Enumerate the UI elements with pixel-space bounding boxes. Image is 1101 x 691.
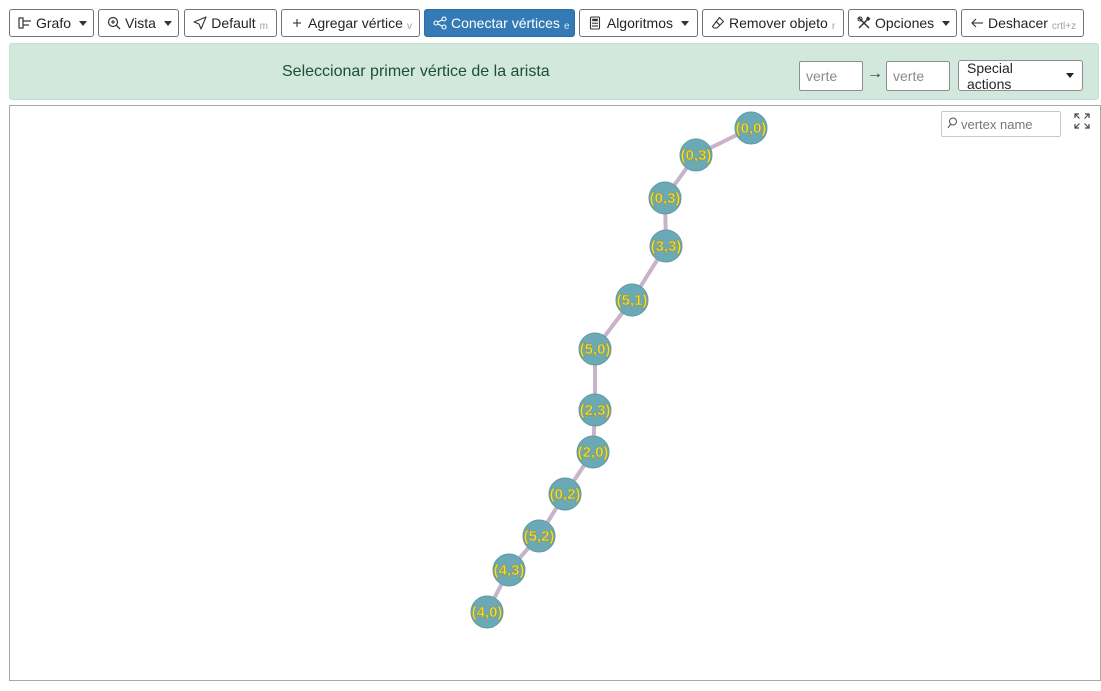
grafo-label: Grafo [36,15,72,31]
add-vertex-shortcut: v [406,20,412,32]
special-actions-label: Special actions [967,59,1013,92]
graph-vertex[interactable]: (5,1) [615,283,649,317]
vertex-search-input[interactable] [958,116,1056,132]
undo-shortcut: crtl+z [1051,20,1077,32]
undo-label: Deshacer [988,15,1048,31]
vertex-label: (0,2) [550,486,581,503]
alert-message: Seleccionar primer vértice de la arista [282,63,550,80]
vertex-label: (2,3) [580,402,611,419]
vertex-label: (0,0) [736,120,767,137]
vertex-label: (5,0) [580,341,611,358]
edge-selection-alert: Seleccionar primer vértice de la arista … [9,43,1099,100]
graph-vertex[interactable]: (3,3) [649,229,683,263]
eraser-icon [711,15,725,31]
arrow-right-icon: → [867,65,883,82]
vertex-label: (0,3) [681,147,712,164]
zoom-in-icon [107,15,121,31]
to-vertex-input[interactable] [886,61,950,91]
fullscreen-icon[interactable] [1074,113,1090,129]
grafo-menu-button[interactable]: Grafo [9,9,94,37]
graph-vertex[interactable]: (0,0) [734,111,768,145]
vista-label: Vista [125,15,156,31]
add-vertex-button[interactable]: Agregar vértice v [281,9,420,37]
chevron-down-icon [1066,73,1074,78]
graph-vertex[interactable]: (4,3) [492,553,526,587]
graph-vertex[interactable]: (0,2) [548,477,582,511]
vertex-label: (4,3) [494,562,525,579]
default-mode-button[interactable]: Default m [184,9,277,37]
graph-vertex[interactable]: (2,3) [578,393,612,427]
default-shortcut: m [259,20,268,32]
chevron-down-icon [681,20,689,26]
pointer-icon [193,15,207,31]
vista-menu-button[interactable]: Vista [98,9,179,37]
algorithms-menu-button[interactable]: Algoritmos [579,9,698,37]
graph-vertex[interactable]: (5,2) [522,519,556,553]
default-label: Default [211,15,256,31]
share-nodes-icon [433,15,447,31]
graph-vertex[interactable]: (2,0) [576,435,610,469]
connect-vertices-button[interactable]: Conectar vértices e [424,9,575,37]
remove-object-label: Remover objeto [729,15,828,31]
remove-object-button[interactable]: Remover objeto r [702,9,844,37]
tools-icon [857,15,871,31]
vertex-search-box[interactable] [941,111,1061,137]
options-menu-button[interactable]: Opciones [848,9,957,37]
graph-vertex[interactable]: (5,0) [578,332,612,366]
from-vertex-input[interactable] [799,61,863,91]
graph-vertex[interactable]: (4,0) [470,595,504,629]
chevron-down-icon [163,20,172,26]
chevron-down-icon [79,20,88,26]
graph-canvas[interactable]: (0,0) (0,3) (0,3) (3,3) (5,1) (5,0) (2,3) (2,0)… [9,105,1101,681]
graph-bars-icon [18,15,32,31]
plus-icon [290,15,304,31]
vertex-label: (0,3) [650,190,681,207]
remove-shortcut: r [831,20,836,32]
vertex-label: (3,3) [651,238,682,255]
chevron-down-icon [942,20,951,26]
undo-button[interactable]: Deshacer crtl+z [961,9,1084,37]
graph-vertex[interactable]: (0,3) [648,181,682,215]
arrow-left-icon [970,15,984,31]
graph-vertex[interactable]: (0,3) [679,138,713,172]
connect-vertices-label: Conectar vértices [451,15,560,31]
vertex-label: (4,0) [472,604,503,621]
add-vertex-label: Agregar vértice [308,15,403,31]
special-actions-dropdown[interactable]: Special actions [958,59,1083,92]
options-label: Opciones [875,15,935,31]
vertex-label: (5,2) [524,528,555,545]
vertex-label: (5,1) [617,292,648,309]
connect-shortcut: e [563,20,570,32]
search-icon [947,117,958,132]
calculator-icon [588,15,603,31]
vertex-label: (2,0) [578,444,609,461]
algorithms-label: Algoritmos [606,15,673,31]
graph-drawing[interactable]: (0,0) (0,3) (0,3) (3,3) (5,1) (5,0) (2,3) (2,0)… [10,106,1100,680]
